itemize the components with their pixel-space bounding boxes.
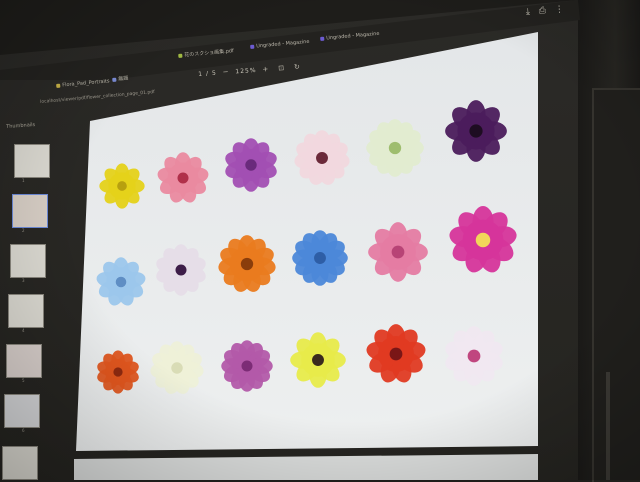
flower-white-lily: [366, 119, 424, 180]
tab-favicon-icon: [178, 53, 183, 58]
thumbnail-number: 4: [22, 328, 25, 333]
fit-page-icon[interactable]: ⊡: [278, 64, 285, 72]
tab-favicon-icon: [56, 83, 61, 88]
flower-white-anemone: [294, 130, 350, 189]
flower-pink-gerbera: [157, 152, 209, 207]
thumbnail-number: 6: [22, 428, 25, 433]
thumbnail-number: 2: [22, 228, 25, 233]
thumbnail-7[interactable]: [2, 446, 38, 480]
flower-yellow-daisy: [99, 163, 145, 212]
flower-white-chrysanthemum: [150, 341, 204, 398]
flower-purple-pansy: [156, 244, 206, 299]
zoom-out-icon[interactable]: −: [222, 68, 229, 76]
tab-favicon-icon: [250, 44, 255, 49]
tab-2[interactable]: 無題: [112, 75, 129, 83]
flower-orange-poppy: [97, 350, 139, 397]
flower-purple-lily: [225, 138, 277, 195]
flower-blue-flower: [96, 257, 146, 310]
flower-purple-petunia: [445, 100, 507, 165]
thumbnail-number: 1: [22, 178, 25, 183]
tab-favicon-icon: [320, 36, 325, 41]
zoom-in-icon[interactable]: +: [262, 65, 269, 73]
zoom-level[interactable]: 125%: [235, 67, 257, 75]
print-icon[interactable]: ⎙: [539, 6, 547, 16]
flower-red-poppy: [366, 324, 426, 387]
flower-magenta-vinca: [449, 206, 517, 277]
page-total: / 5: [205, 69, 218, 78]
page-number[interactable]: 1: [198, 71, 203, 78]
flower-purple-phlox: [221, 340, 273, 395]
door: [592, 88, 640, 482]
flower-yellow-pansy: [290, 332, 346, 391]
download-icon[interactable]: ⤓: [526, 7, 531, 17]
thumbnail-4[interactable]: [8, 294, 44, 328]
flower-pink-carnation: [368, 222, 428, 285]
thumbnail-5[interactable]: [6, 344, 42, 378]
tab-favicon-icon: [112, 77, 117, 82]
flower-white-orchid: [445, 326, 503, 389]
thumbnail-2[interactable]: [12, 194, 48, 228]
thumbnail-3[interactable]: [10, 244, 46, 278]
flower-blue-hydrangea: [292, 230, 348, 289]
thumbnail-6[interactable]: [4, 394, 40, 428]
thumbnail-1[interactable]: [14, 144, 50, 178]
flower-orange-gerbera: [218, 235, 276, 296]
more-icon[interactable]: ⋮: [555, 5, 565, 16]
thumbnail-number: 5: [22, 378, 25, 383]
rotate-icon[interactable]: ↻: [294, 63, 301, 71]
door-frame: [606, 372, 610, 480]
thumbnail-number: 3: [22, 278, 25, 283]
